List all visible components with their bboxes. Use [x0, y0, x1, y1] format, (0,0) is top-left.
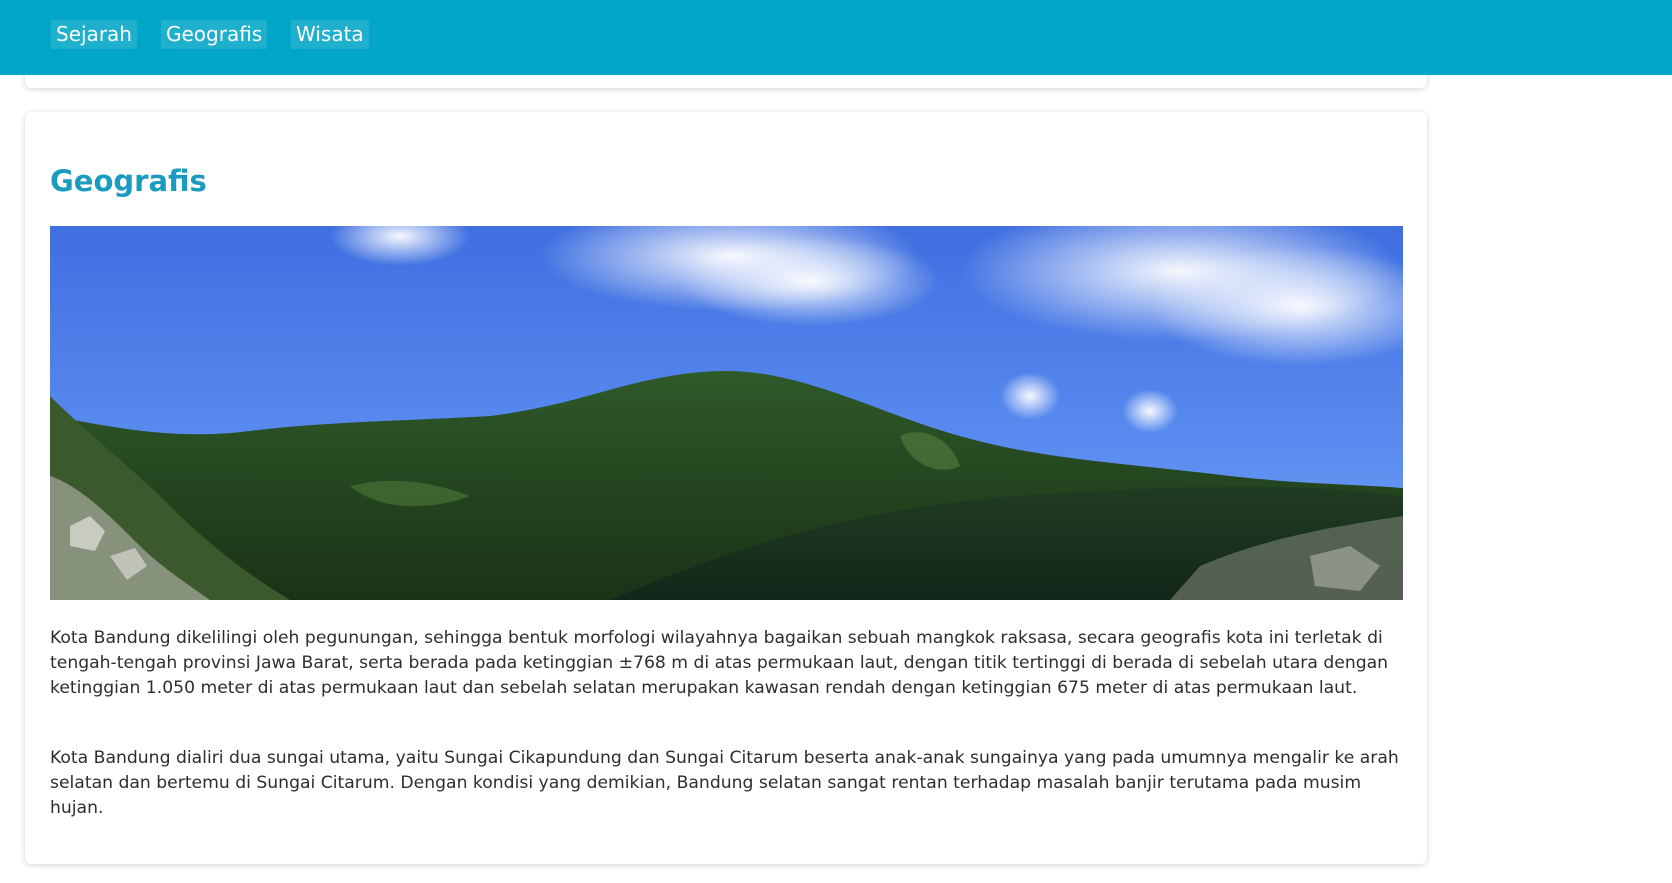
geografis-section-card: Geografis Kota Bandung dikelilingi oleh …: [25, 112, 1427, 864]
nav-link-sejarah[interactable]: Sejarah: [51, 20, 137, 49]
mountain-landscape-image: [50, 226, 1403, 600]
top-navbar: Sejarah Geografis Wisata: [0, 0, 1672, 75]
paragraph-geografi-1: Kota Bandung dikelilingi oleh pegunungan…: [50, 628, 1389, 698]
nav-link-geografis[interactable]: Geografis: [161, 20, 268, 49]
nav-link-wisata[interactable]: Wisata: [291, 20, 369, 49]
paragraph-geografi-2: Kota Bandung dialiri dua sungai utama, y…: [50, 748, 1399, 818]
section-title: Geografis: [50, 164, 207, 198]
